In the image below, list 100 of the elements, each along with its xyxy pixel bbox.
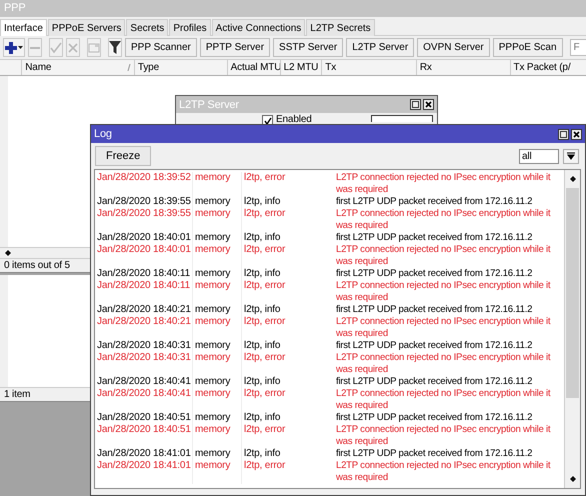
column-header[interactable]: Tx (321, 60, 416, 75)
table-cell: memory (193, 196, 242, 208)
date-cell: Jan/28/2020 18:39:55 (95, 208, 193, 232)
filter-button[interactable] (108, 38, 122, 57)
check-icon (50, 42, 62, 54)
table-cell-text: l2tp, info (243, 304, 282, 316)
add-button[interactable] (3, 38, 25, 57)
date-cell: Jan/28/2020 18:40:21 (95, 316, 193, 340)
header-label: Name (25, 62, 52, 73)
tab[interactable]: PPPoE Servers (48, 19, 126, 36)
plus-icon (4, 42, 24, 54)
message-cell-text: L2TP connection rejected no IPsec encryption while it was required (335, 172, 552, 196)
table-cell-text: l2tp, error (243, 172, 286, 185)
date-cell: Jan/28/2020 18:40:31 (95, 352, 193, 376)
table-cell: memory (193, 304, 242, 316)
table-cell: memory (193, 280, 242, 304)
tab[interactable]: Interface (0, 19, 47, 36)
caret-icon (567, 152, 575, 160)
maximize-icon[interactable] (558, 128, 569, 140)
table-cell: memory (193, 460, 242, 484)
toolbar-button[interactable]: SSTP Server (273, 38, 344, 57)
close-icon[interactable] (571, 128, 582, 140)
scrollbar[interactable] (0, 247, 90, 258)
column-header[interactable]: L2 MTU (280, 60, 322, 75)
message-cell-text: first L2TP UDP packet received from 172.16.11.2 (335, 448, 534, 460)
date-cell: Jan/28/2020 18:39:52 (95, 172, 193, 196)
sort-icon (126, 64, 131, 71)
find-field[interactable]: F (570, 39, 586, 56)
table-cell-text: l2tp, error (243, 460, 286, 473)
date-cell: Jan/28/2020 18:41:01 (95, 448, 193, 460)
date-cell: Jan/28/2020 18:40:51 (95, 412, 193, 424)
checkbox[interactable] (262, 115, 273, 125)
maximize-icon[interactable] (410, 99, 421, 110)
title-bar: PPP (0, 0, 586, 17)
message-cell-text: L2TP connection rejected no IPsec encryption while it was required (335, 316, 552, 340)
message-cell-text: L2TP connection rejected no IPsec encryption while it was required (335, 352, 552, 376)
table-cell: memory (193, 376, 242, 388)
scrollbar-thumb[interactable] (566, 188, 579, 398)
table-cell: memory (193, 172, 242, 196)
date-cell: Jan/28/2020 18:40:41 (95, 376, 193, 388)
toolbar-button[interactable]: PPTP Server (200, 38, 270, 57)
scrollbar[interactable] (564, 170, 580, 488)
tab[interactable]: Secrets (126, 19, 168, 36)
table-cell: memory (193, 412, 242, 424)
table-cell-text: l2tp, error (243, 316, 286, 329)
table-cell: memory (193, 340, 242, 352)
tab[interactable]: L2TP Secrets (306, 19, 375, 36)
checkbox-label: Enabled (276, 115, 312, 125)
table-cell-text: l2tp, error (243, 424, 286, 437)
column-header[interactable]: Tx Packet (p/ (510, 60, 586, 75)
table-cell-text: l2tp, info (243, 448, 282, 460)
column-header[interactable]: Rx (416, 60, 510, 75)
input-field[interactable] (370, 115, 433, 122)
column-header[interactable]: Type (134, 60, 227, 75)
toolbar-button[interactable]: PPPoE Scan (492, 38, 563, 57)
date-cell: Jan/28/2020 18:40:41 (95, 388, 193, 412)
toolbar-button[interactable]: OVPN Server (417, 38, 490, 57)
dropdown-button[interactable] (563, 148, 579, 164)
date-cell: Jan/28/2020 18:40:51 (95, 424, 193, 448)
message-cell-text: first L2TP UDP packet received from 172.16.11.2 (335, 232, 534, 244)
table-cell: memory (193, 388, 242, 412)
tab[interactable]: Profiles (169, 19, 211, 36)
table-cell: memory (193, 352, 242, 376)
note-icon (88, 42, 100, 54)
tab[interactable]: Active Connections (212, 19, 306, 36)
date-cell: Jan/28/2020 18:40:11 (95, 280, 193, 304)
table-cell: memory (193, 268, 242, 280)
table-cell-text: l2tp, error (243, 388, 286, 401)
close-icon[interactable] (423, 99, 434, 110)
toolbar-button[interactable]: L2TP Server (346, 38, 414, 57)
table-cell-text: l2tp, info (243, 412, 282, 424)
date-cell: Jan/28/2020 18:40:11 (95, 268, 193, 280)
table-cell-text: l2tp, info (243, 196, 282, 208)
table-cell-text: l2tp, info (243, 340, 282, 352)
table-cell: memory (193, 232, 242, 244)
table-cell-text: l2tp, error (243, 244, 286, 257)
message-cell-text: first L2TP UDP packet received from 172.16.11.2 (335, 340, 534, 352)
date-cell: Jan/28/2020 18:41:01 (95, 460, 193, 484)
filter-dropdown[interactable]: all (519, 148, 559, 164)
message-cell-text: L2TP connection rejected no IPsec encryption while it was required (335, 460, 552, 484)
message-cell-text: L2TP connection rejected no IPsec encryption while it was required (335, 208, 552, 232)
table-cell: memory (193, 316, 242, 340)
table-cell: memory (193, 244, 242, 268)
table-cell: memory (193, 424, 242, 448)
x-icon (67, 42, 79, 54)
table-cell-text: l2tp, info (243, 232, 282, 244)
column-header[interactable]: Name (21, 60, 134, 75)
table-cell-text: l2tp, error (243, 208, 286, 221)
message-cell-text: first L2TP UDP packet received from 172.16.11.2 (335, 412, 534, 424)
date-cell: Jan/28/2020 18:40:01 (95, 232, 193, 244)
date-cell: Jan/28/2020 18:39:55 (95, 196, 193, 208)
freeze-button[interactable]: Freeze (95, 146, 152, 166)
table-cell: memory (193, 208, 242, 232)
date-cell: Jan/28/2020 18:40:01 (95, 244, 193, 268)
window-title: L2TP Server (179, 98, 239, 110)
toolbar-button[interactable]: PPP Scanner (125, 38, 197, 57)
table-cell-text: l2tp, error (243, 280, 286, 293)
message-cell-text: first L2TP UDP packet received from 172.16.11.2 (335, 196, 534, 208)
message-cell-text: first L2TP UDP packet received from 172.16.11.2 (335, 376, 534, 388)
table-cell: memory (193, 448, 242, 460)
